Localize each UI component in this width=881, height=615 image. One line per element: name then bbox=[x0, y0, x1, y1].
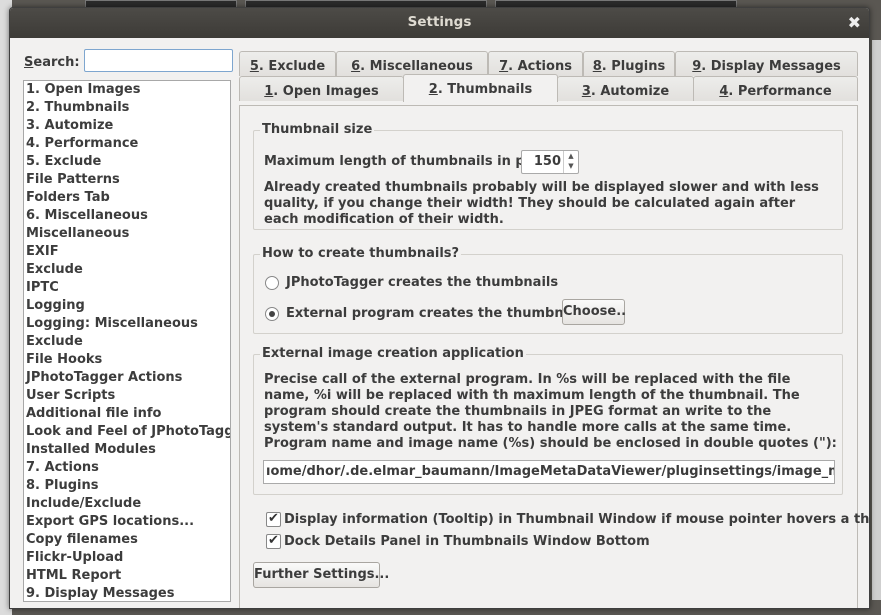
nav-item[interactable]: Folders Tab bbox=[24, 189, 230, 207]
group-title: External image creation application bbox=[260, 346, 526, 361]
thumbnail-size-note: Already created thumbnails probably will… bbox=[264, 180, 819, 227]
search-input[interactable] bbox=[84, 49, 233, 72]
nav-item[interactable]: Flickr-Upload bbox=[24, 549, 230, 567]
tab-miscellaneous[interactable]: 6. Miscellaneous bbox=[336, 51, 488, 76]
settings-dialog: Settings ✖ Search: 1. Open Images 2. Thum… bbox=[9, 7, 870, 609]
max-length-label: Maximum length of thumbnails in pixel: bbox=[264, 154, 556, 169]
tab-exclude[interactable]: 5. Exclude bbox=[239, 51, 336, 76]
nav-item[interactable]: Installed Modules bbox=[24, 441, 230, 459]
nav-item[interactable]: JPhotoTagger Actions bbox=[24, 369, 230, 387]
radio-internal[interactable] bbox=[265, 276, 279, 290]
nav-item[interactable]: 2. Thumbnails bbox=[24, 99, 230, 117]
nav-item[interactable]: Export GPS locations... bbox=[24, 513, 230, 531]
tab-performance[interactable]: 4. Performance bbox=[693, 76, 858, 101]
nav-item[interactable]: File Patterns bbox=[24, 171, 230, 189]
max-length-value: 150 bbox=[533, 154, 561, 169]
nav-item[interactable]: 3. Automize bbox=[24, 117, 230, 135]
dock-label[interactable]: Dock Details Panel in Thumbnails Window … bbox=[284, 534, 650, 549]
nav-item[interactable]: Copy filenames bbox=[24, 531, 230, 549]
group-title: Thumbnail size bbox=[260, 122, 375, 137]
settings-category-list[interactable]: 1. Open Images 2. Thumbnails 3. Automize 4.… bbox=[23, 80, 231, 602]
option-external-label[interactable]: External program creates the thumbnails bbox=[286, 306, 589, 321]
tab-display-messages[interactable]: 9. Display Messages bbox=[675, 51, 858, 76]
nav-item[interactable]: Exclude bbox=[24, 333, 230, 351]
external-app-description: Precise call of the external program. In… bbox=[264, 372, 837, 451]
tab-open-images[interactable]: 1. Open Images bbox=[239, 76, 404, 101]
tab-actions[interactable]: 7. Actions bbox=[488, 51, 583, 76]
group-title: How to create thumbnails? bbox=[260, 246, 462, 261]
nav-item[interactable]: Look and Feel of JPhotoTagger bbox=[24, 423, 230, 441]
nav-item[interactable]: 1. Open Images bbox=[24, 81, 230, 99]
nav-item[interactable]: File Hooks bbox=[24, 351, 230, 369]
thumbnail-size-group: Thumbnail size Maximum length of thumbna… bbox=[253, 122, 843, 230]
search-label: Search: bbox=[24, 55, 80, 70]
create-method-group: How to create thumbnails? JPhotoTagger c… bbox=[253, 246, 843, 334]
nav-item[interactable]: 4. Performance bbox=[24, 135, 230, 153]
background-window-right bbox=[872, 40, 881, 600]
choose-button[interactable]: Choose.. bbox=[562, 299, 626, 325]
nav-item[interactable]: 9. Display Messages bbox=[24, 585, 230, 601]
tooltip-checkbox[interactable]: ✔ bbox=[266, 512, 281, 527]
further-settings-button[interactable]: Further Settings... bbox=[253, 562, 389, 588]
tooltip-label[interactable]: Display information (Tooltip) in Thumbna… bbox=[284, 512, 869, 527]
tab-thumbnails[interactable]: 2. Thumbnails bbox=[403, 74, 558, 102]
command-input[interactable]: ıome/dhor/.de.elmar_baumann/ImageMetaDat… bbox=[263, 460, 835, 484]
external-app-group: External image creation application Prec… bbox=[253, 346, 843, 495]
max-length-spinner[interactable]: 150 ▲ ▼ bbox=[521, 150, 579, 174]
option-internal-label[interactable]: JPhotoTagger creates the thumbnails bbox=[286, 275, 558, 290]
thumbnails-panel: Thumbnail size Maximum length of thumbna… bbox=[239, 105, 869, 608]
nav-item[interactable]: Include/Exclude bbox=[24, 495, 230, 513]
nav-item[interactable]: EXIF bbox=[24, 243, 230, 261]
tab-plugins[interactable]: 8. Plugins bbox=[583, 51, 675, 76]
tab-automize[interactable]: 3. Automize bbox=[557, 76, 694, 101]
nav-item[interactable]: Exclude bbox=[24, 261, 230, 279]
nav-item[interactable]: Additional file info bbox=[24, 405, 230, 423]
nav-item[interactable]: IPTC bbox=[24, 279, 230, 297]
nav-item[interactable]: 7. Actions bbox=[24, 459, 230, 477]
nav-item[interactable]: Miscellaneous bbox=[24, 225, 230, 243]
nav-item[interactable]: Logging: Miscellaneous bbox=[24, 315, 230, 333]
nav-item[interactable]: 8. Plugins bbox=[24, 477, 230, 495]
nav-item[interactable]: 5. Exclude bbox=[24, 153, 230, 171]
title-bar: Settings ✖ bbox=[10, 8, 869, 38]
nav-item[interactable]: HTML Report bbox=[24, 567, 230, 585]
nav-item[interactable]: Logging bbox=[24, 297, 230, 315]
dock-checkbox[interactable]: ✔ bbox=[266, 534, 281, 549]
close-icon[interactable]: ✖ bbox=[848, 8, 861, 37]
window-title: Settings bbox=[407, 14, 472, 30]
spinner-arrows-icon[interactable]: ▲ ▼ bbox=[563, 151, 578, 173]
nav-item[interactable]: 6. Miscellaneous bbox=[24, 207, 230, 225]
nav-item[interactable]: User Scripts bbox=[24, 387, 230, 405]
radio-external[interactable] bbox=[265, 307, 279, 321]
